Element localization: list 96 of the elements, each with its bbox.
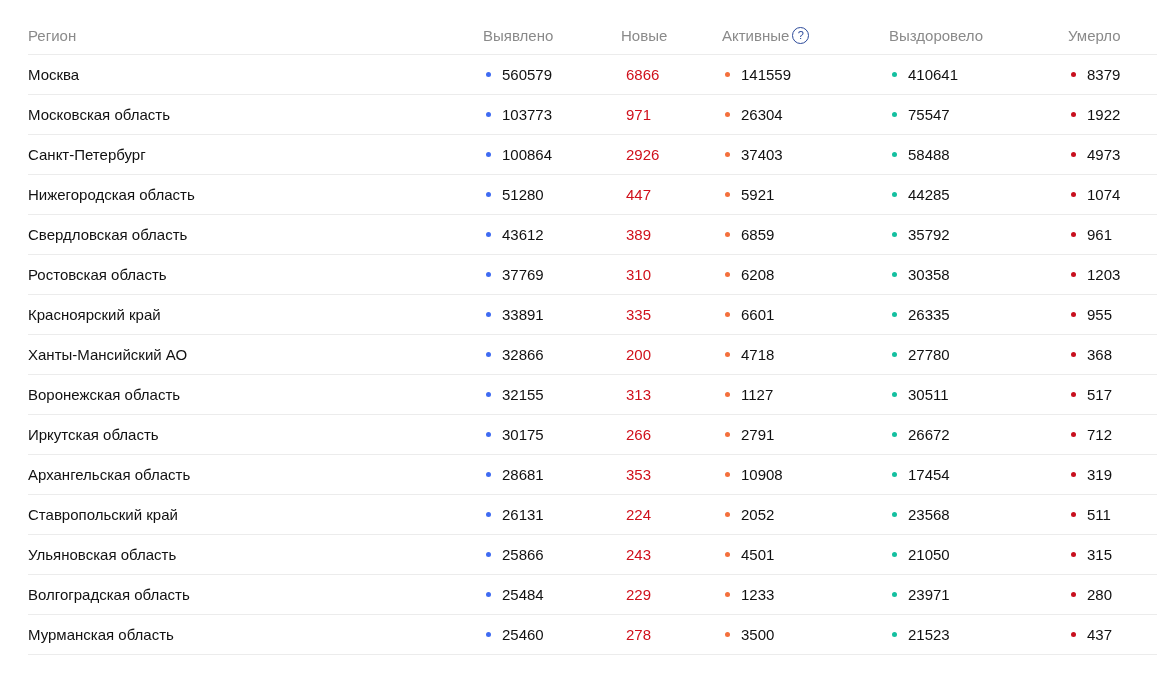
column-header: Выявлено: [483, 27, 554, 44]
new-cases-value: 353: [625, 466, 652, 483]
new-cases-value: 6866: [625, 66, 660, 83]
region-name: Ульяновская область: [28, 546, 177, 563]
count-value: 51280: [502, 186, 544, 203]
count-value: 6208: [741, 266, 775, 283]
count-value: 35792: [908, 226, 950, 243]
count-value: 8379: [1087, 66, 1121, 83]
region-name: Москва: [28, 66, 80, 83]
count-value: 4501: [741, 546, 775, 563]
region-name: Санкт-Петербург: [28, 146, 146, 163]
count-value: 27780: [908, 346, 950, 363]
new-cases-value: 229: [625, 586, 652, 603]
new-cases-value: 243: [625, 546, 652, 563]
count-value: 2791: [741, 426, 775, 443]
new-cases-value: 313: [625, 386, 652, 403]
count-value: 100864: [502, 146, 553, 163]
count-value: 437: [1087, 626, 1113, 643]
new-cases-value: 2926: [625, 146, 660, 163]
new-cases-value: 971: [625, 106, 652, 123]
count-value: 26131: [502, 506, 544, 523]
new-cases-value: 278: [625, 626, 652, 643]
region-name: Московская область: [28, 106, 170, 123]
count-value: 21050: [908, 546, 950, 563]
region-name: Иркутская область: [28, 426, 159, 443]
new-cases-value: 389: [625, 226, 652, 243]
new-cases-value: 266: [625, 426, 652, 443]
count-value: 1233: [741, 586, 775, 603]
count-value: 5921: [741, 186, 775, 203]
count-value: 368: [1087, 346, 1113, 363]
count-value: 37769: [502, 266, 544, 283]
count-value: 1203: [1087, 266, 1121, 283]
region-name: Нижегородская область: [28, 186, 195, 203]
count-value: 1127: [741, 386, 774, 403]
new-cases-value: 310: [625, 266, 652, 283]
count-value: 1922: [1087, 106, 1121, 123]
count-value: 23568: [908, 506, 950, 523]
count-value: 517: [1087, 386, 1113, 403]
region-name: Ростовская область: [28, 266, 167, 283]
column-header: Новые: [621, 27, 668, 44]
count-value: 17454: [908, 466, 950, 483]
column-header: Выздоровело: [889, 27, 984, 44]
count-value: 103773: [502, 106, 553, 123]
count-value: 26672: [908, 426, 950, 443]
count-value: 23971: [908, 586, 950, 603]
count-value: 26304: [741, 106, 783, 123]
count-value: 10908: [741, 466, 783, 483]
count-value: 410641: [908, 66, 959, 83]
count-value: 280: [1087, 586, 1113, 603]
count-value: 4718: [741, 346, 775, 363]
count-value: 319: [1087, 466, 1113, 483]
region-name: Красноярский край: [28, 306, 161, 323]
region-name: Свердловская область: [28, 226, 188, 243]
region-name: Архангельская область: [28, 466, 191, 483]
count-value: 33891: [502, 306, 544, 323]
count-value: 315: [1087, 546, 1113, 563]
count-value: 21523: [908, 626, 950, 643]
column-header: Активные: [722, 27, 790, 44]
region-name: Мурманская область: [28, 626, 174, 643]
new-cases-value: 335: [625, 306, 652, 323]
new-cases-value: 224: [625, 506, 652, 523]
new-cases-value: 447: [625, 186, 652, 203]
region-name: Волгоградская область: [28, 586, 190, 603]
count-value: 43612: [502, 226, 544, 243]
count-value: 141559: [741, 66, 792, 83]
count-value: 6859: [741, 226, 775, 243]
region-name: Ставропольский край: [28, 506, 178, 523]
count-value: 28681: [502, 466, 544, 483]
count-value: 26335: [908, 306, 950, 323]
count-value: 4973: [1087, 146, 1121, 163]
count-value: 30175: [502, 426, 544, 443]
column-header: Умерло: [1068, 27, 1121, 44]
count-value: 25484: [502, 586, 544, 603]
count-value: 75547: [908, 106, 950, 123]
count-value: 712: [1087, 426, 1113, 443]
count-value: 30358: [908, 266, 950, 283]
region-name: Воронежская область: [28, 386, 181, 403]
count-value: 1074: [1087, 186, 1121, 203]
new-cases-value: 200: [625, 346, 652, 363]
region-name: Ханты-Мансийский АО: [28, 346, 188, 363]
count-value: 955: [1087, 306, 1113, 323]
count-value: 37403: [741, 146, 783, 163]
count-value: 25460: [502, 626, 544, 643]
column-header: Регион: [28, 27, 77, 44]
count-value: 32866: [502, 346, 544, 363]
count-value: 25866: [502, 546, 544, 563]
count-value: 6601: [741, 306, 775, 323]
count-value: 2052: [741, 506, 775, 523]
count-value: 961: [1087, 226, 1113, 243]
count-value: 560579: [502, 66, 553, 83]
count-value: 58488: [908, 146, 950, 163]
count-value: 44285: [908, 186, 950, 203]
count-value: 511: [1087, 506, 1111, 523]
count-value: 3500: [741, 626, 775, 643]
count-value: 30511: [908, 386, 949, 403]
count-value: 32155: [502, 386, 544, 403]
